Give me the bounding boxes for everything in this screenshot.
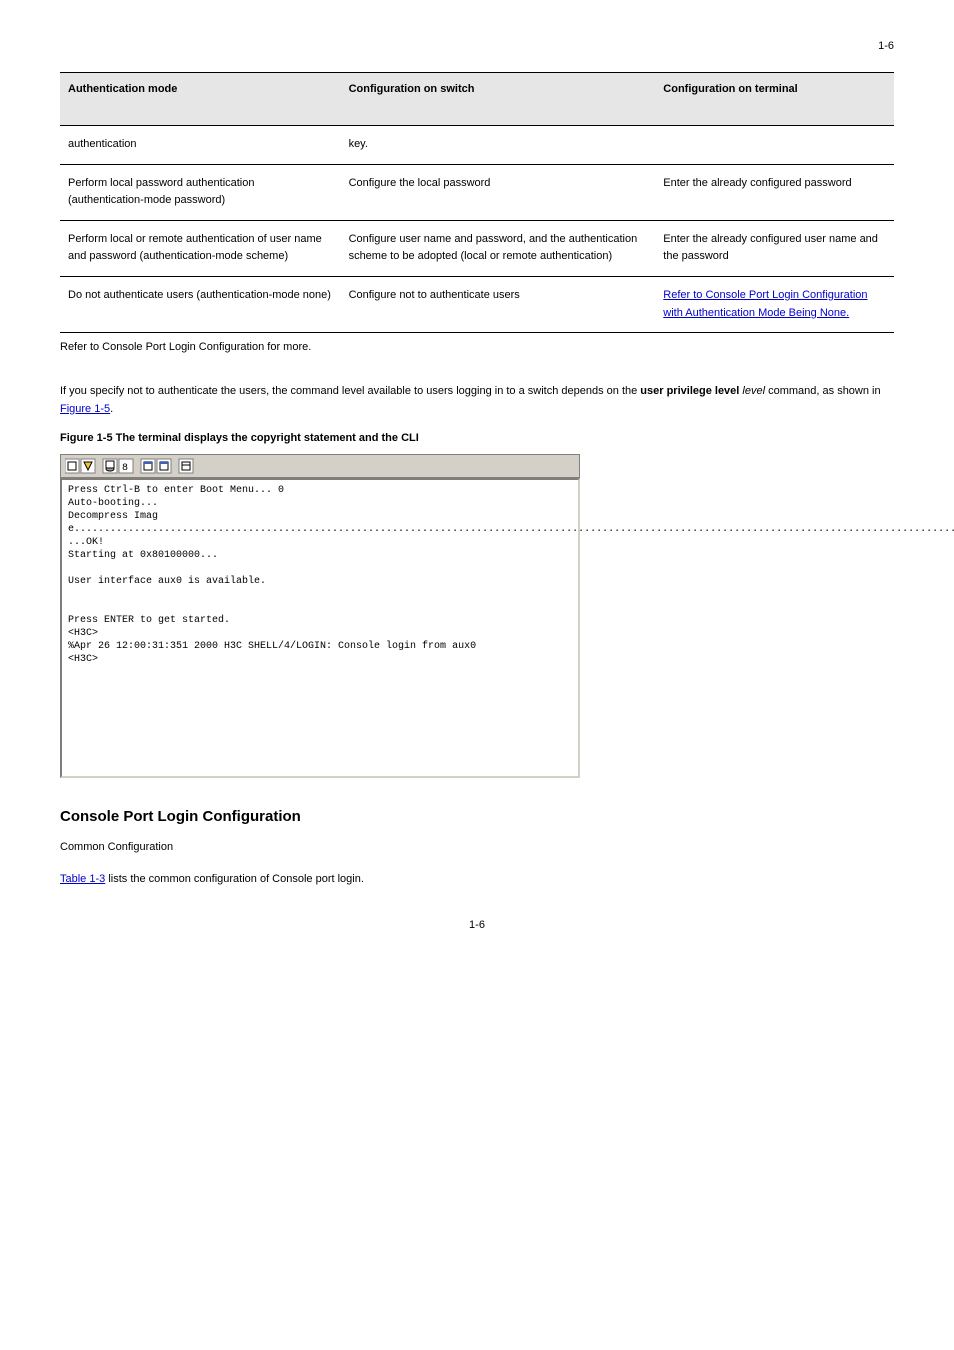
- cell-mode: Do not authenticate users (authenticatio…: [60, 276, 341, 332]
- cell-mode: Perform local password authentication (a…: [60, 164, 341, 220]
- cell-mode: Perform local or remote authentication o…: [60, 220, 341, 276]
- page-number-bottom: 1-6: [60, 919, 894, 931]
- terminal-line: Press Ctrl-B to enter Boot Menu... 0: [68, 485, 284, 496]
- th-switch: Configuration on switch: [341, 73, 656, 126]
- cell-switch: Configure not to authenticate users: [341, 276, 656, 332]
- text: .: [110, 403, 113, 415]
- cell-terminal: Enter the already configured user name a…: [655, 220, 894, 276]
- terminal-line: Starting at 0x80100000...: [68, 550, 218, 561]
- italic-text: level: [739, 385, 768, 397]
- cell-switch: Configure the local password: [341, 164, 656, 220]
- terminal-line: Decompress Image........................…: [68, 511, 954, 535]
- link-table-1-3[interactable]: Table 1-3: [60, 873, 105, 885]
- paragraph-user-privilege: If you specify not to authenticate the u…: [60, 383, 894, 418]
- text: lists the common configuration of Consol…: [105, 873, 364, 885]
- text: If you specify not to authenticate the u…: [60, 385, 640, 397]
- figure-label: Figure 1-5 The terminal displays the cop…: [60, 432, 419, 444]
- terminal-line: %Apr 26 12:00:31:351 2000 H3C SHELL/4/LO…: [68, 641, 476, 652]
- table-note: Refer to Console Port Login Configuratio…: [60, 341, 894, 353]
- th-terminal: Configuration on terminal: [655, 73, 894, 126]
- terminal-line: ...OK!: [68, 537, 104, 548]
- svg-text:8: 8: [122, 463, 128, 474]
- subheading: Common Configuration: [60, 839, 894, 857]
- link-auth-none[interactable]: Refer to Console Port Login Configuratio…: [663, 289, 867, 319]
- text: command, as shown in: [768, 385, 881, 397]
- terminal-output: Press Ctrl-B to enter Boot Menu... 0 Aut…: [60, 478, 580, 778]
- bold-text: user privilege level: [640, 385, 739, 397]
- terminal-line: User interface aux0 is available.: [68, 576, 266, 587]
- terminal-window: 8 Press Ctrl-B to enter Boot Menu... 0 A…: [60, 454, 580, 778]
- cell-mode: authentication: [60, 126, 341, 165]
- terminal-line: <H3C>: [68, 654, 98, 665]
- table-row: Perform local password authentication (a…: [60, 164, 894, 220]
- paragraph-table-1-3: Table 1-3 lists the common configuration…: [60, 871, 894, 889]
- table-row: Perform local or remote authentication o…: [60, 220, 894, 276]
- terminal-line: Auto-booting...: [68, 498, 158, 509]
- cell-terminal: Enter the already configured password: [655, 164, 894, 220]
- section-heading: Console Port Login Configuration: [60, 808, 894, 825]
- table-header-row: Authentication mode Configuration on swi…: [60, 73, 894, 126]
- th-mode: Authentication mode: [60, 73, 341, 126]
- cell-terminal: [655, 126, 894, 165]
- figure-caption: Figure 1-5 The terminal displays the cop…: [60, 432, 894, 444]
- table-row: authentication key.: [60, 126, 894, 165]
- page-number-top: 1-6: [60, 40, 894, 52]
- toolbar-icons: 8: [65, 457, 205, 475]
- terminal-line: Press ENTER to get started.: [68, 615, 230, 626]
- terminal-toolbar: 8: [60, 454, 580, 478]
- cell-switch: Configure user name and password, and th…: [341, 220, 656, 276]
- terminal-line: <H3C>: [68, 628, 98, 639]
- cell-switch: key.: [341, 126, 656, 165]
- link-figure-1-5[interactable]: Figure 1-5: [60, 403, 110, 415]
- authentication-table: Authentication mode Configuration on swi…: [60, 72, 894, 333]
- cell-terminal: Refer to Console Port Login Configuratio…: [655, 276, 894, 332]
- table-row: Do not authenticate users (authenticatio…: [60, 276, 894, 332]
